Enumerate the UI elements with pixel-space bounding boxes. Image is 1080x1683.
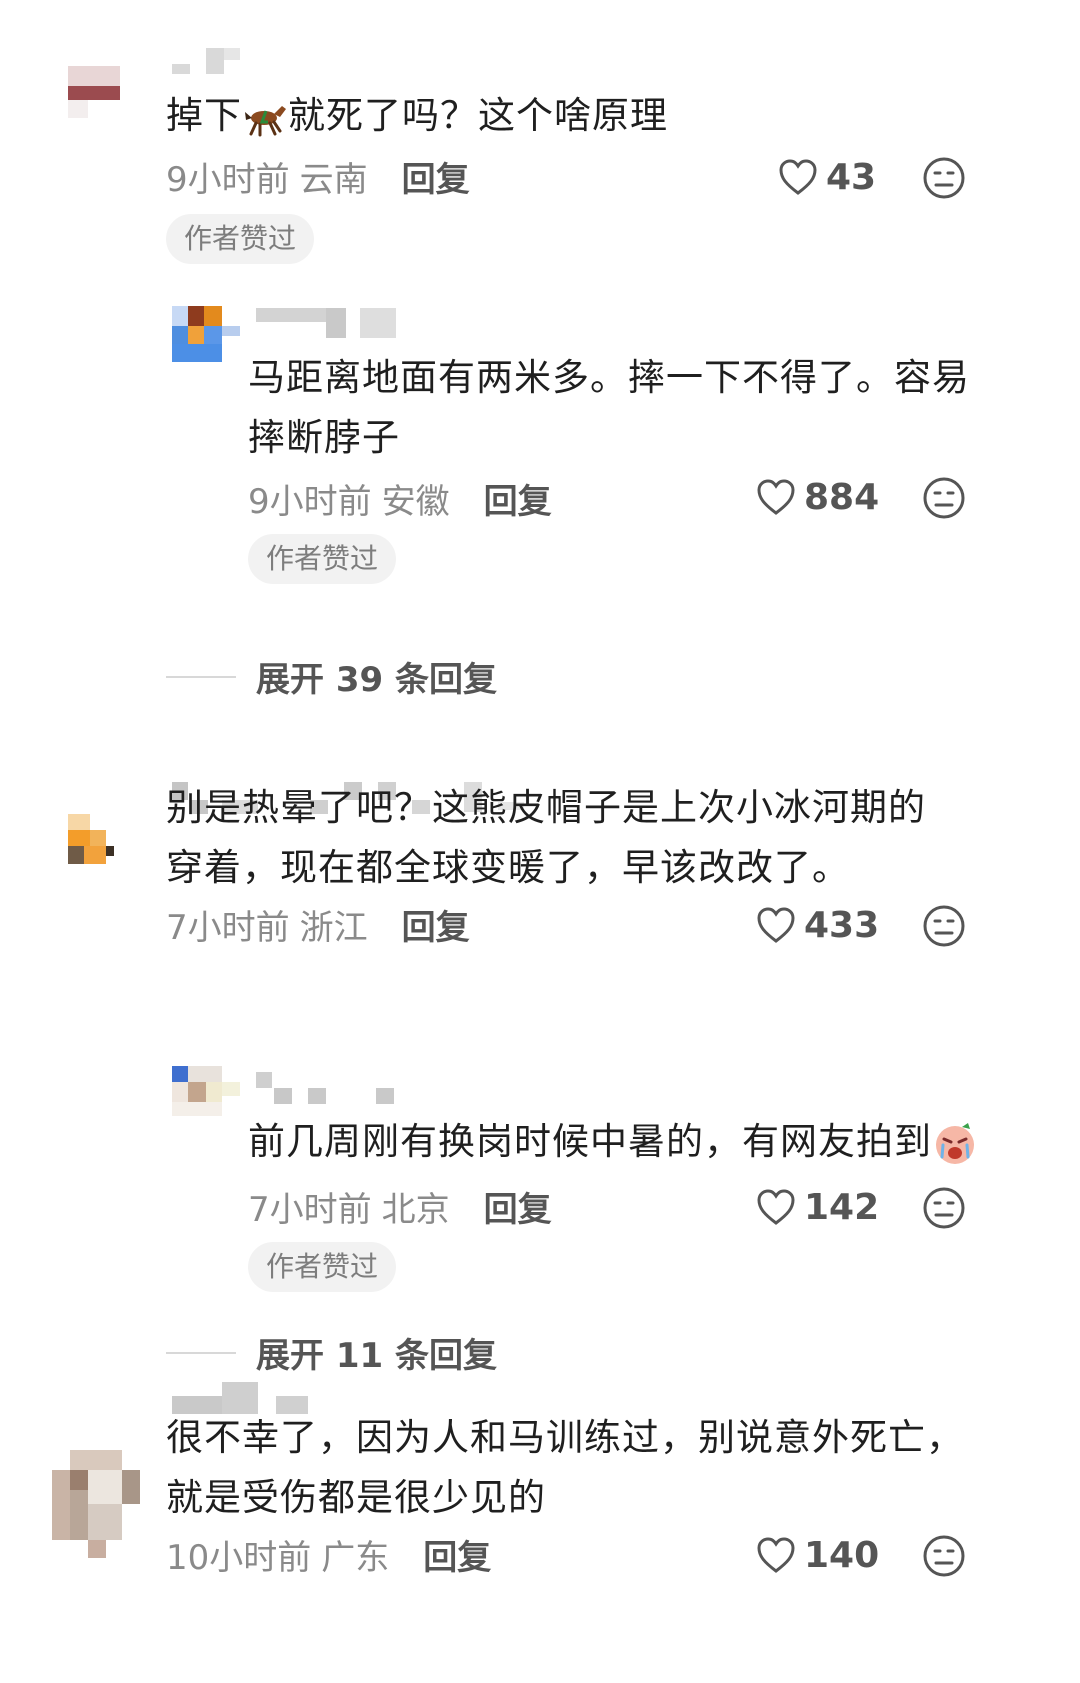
username-obscured[interactable] xyxy=(256,1072,406,1108)
avatar[interactable] xyxy=(52,1450,142,1560)
reply-button[interactable]: 回复 xyxy=(402,152,470,201)
comment-meta: 10小时前 广东 回复 xyxy=(166,1530,491,1579)
like-count: 43 xyxy=(826,156,877,198)
heart-outline-icon xyxy=(757,907,795,943)
avatar[interactable] xyxy=(172,1066,248,1126)
avatar[interactable] xyxy=(172,306,248,366)
heart-outline-icon xyxy=(757,479,795,515)
like-button[interactable]: 433 xyxy=(756,900,879,950)
comment-item: 别是热晕了吧？这熊皮帽子是上次小冰河期的穿着，现在都全球变暖了，早该改改了。 7… xyxy=(0,780,1080,1380)
heart-outline-icon xyxy=(757,1537,795,1573)
reply-button[interactable]: 回复 xyxy=(402,900,470,949)
expand-replies-button[interactable]: 展开 11 条回复 xyxy=(166,1328,497,1377)
expand-replies-label: 展开 39 条回复 xyxy=(256,660,497,700)
like-button[interactable]: 142 xyxy=(756,1182,879,1232)
reply-text: 马距离地面有两米多。摔一下不得了。容易摔断脖子 xyxy=(248,356,970,459)
avatar[interactable] xyxy=(68,814,140,886)
crying-face-emoji xyxy=(936,1122,974,1164)
reply-button[interactable]: 回复 xyxy=(484,1182,552,1231)
like-count: 433 xyxy=(804,904,880,946)
comment-text: 很不幸了，因为人和马训练过，别说意外死亡，就是受伤都是很少见的 xyxy=(166,1416,964,1519)
reply-item: 前几周刚有换岗时候中暑的，有网友拍到 7小时前 北京 回复 142 作者赞过 xyxy=(0,1066,1080,1316)
divider-line xyxy=(166,1351,236,1354)
unhappy-face-icon[interactable] xyxy=(922,1186,966,1230)
like-button[interactable]: 43 xyxy=(778,152,876,202)
reply-button[interactable]: 回复 xyxy=(484,474,552,523)
comment-time: 10小时前 xyxy=(166,1537,312,1578)
expand-replies-label: 展开 11 条回复 xyxy=(256,1336,497,1376)
unhappy-face-icon[interactable] xyxy=(922,476,966,520)
username-obscured[interactable] xyxy=(172,48,252,84)
comment-item: 掉下 就死了吗？这个啥原理 9小时前 云南 回复 43 作者赞过 马距离地面有两… xyxy=(0,0,1080,700)
like-count: 142 xyxy=(804,1186,880,1228)
like-count: 884 xyxy=(804,476,880,518)
like-count: 140 xyxy=(804,1534,880,1576)
unhappy-face-icon[interactable] xyxy=(922,1534,966,1578)
heart-outline-icon xyxy=(779,159,817,195)
comment-location: 云南 xyxy=(299,159,368,200)
reply-time: 7小时前 xyxy=(248,1189,372,1230)
comment-item: 很不幸了，因为人和马训练过，别说意外死亡，就是受伤都是很少见的 10小时前 广东… xyxy=(0,1382,1080,1683)
comment-location: 浙江 xyxy=(299,907,368,948)
author-liked-badge: 作者赞过 xyxy=(166,214,315,264)
reply-location: 安徽 xyxy=(381,481,450,522)
reply-button[interactable]: 回复 xyxy=(423,1530,491,1579)
reply-text: 前几周刚有换岗时候中暑的，有网友拍到 xyxy=(248,1112,1008,1172)
comment-text: 掉下 就死了吗？这个啥原理 xyxy=(166,94,668,137)
avatar[interactable] xyxy=(68,66,140,138)
author-liked-badge: 作者赞过 xyxy=(248,1242,397,1292)
unhappy-face-icon[interactable] xyxy=(922,156,966,200)
reply-time: 9小时前 xyxy=(248,481,372,522)
heart-outline-icon xyxy=(757,1189,795,1225)
like-button[interactable]: 884 xyxy=(756,472,879,522)
horse-emoji xyxy=(245,105,286,136)
unhappy-face-icon[interactable] xyxy=(922,904,966,948)
comment-list: 掉下 就死了吗？这个啥原理 9小时前 云南 回复 43 作者赞过 马距离地面有两… xyxy=(0,0,1080,1683)
username-obscured[interactable] xyxy=(256,308,396,344)
expand-replies-button[interactable]: 展开 39 条回复 xyxy=(166,652,497,701)
reply-item: 马距离地面有两米多。摔一下不得了。容易摔断脖子 9小时前 安徽 回复 884 作… xyxy=(0,300,1080,600)
comment-location: 广东 xyxy=(321,1537,390,1578)
comment-text: 别是热晕了吧？这熊皮帽子是上次小冰河期的穿着，现在都全球变暖了，早该改改了。 xyxy=(166,786,926,889)
author-liked-badge: 作者赞过 xyxy=(248,534,397,584)
comment-time: 9小时前 xyxy=(166,159,290,200)
reply-location: 北京 xyxy=(381,1189,450,1230)
divider-line xyxy=(166,675,236,678)
reply-meta: 9小时前 安徽 回复 xyxy=(248,474,552,523)
comment-meta: 7小时前 浙江 回复 xyxy=(166,900,470,949)
reply-meta: 7小时前 北京 回复 xyxy=(248,1182,552,1231)
comment-time: 7小时前 xyxy=(166,907,290,948)
comment-meta: 9小时前 云南 回复 xyxy=(166,152,470,201)
like-button[interactable]: 140 xyxy=(756,1530,879,1580)
